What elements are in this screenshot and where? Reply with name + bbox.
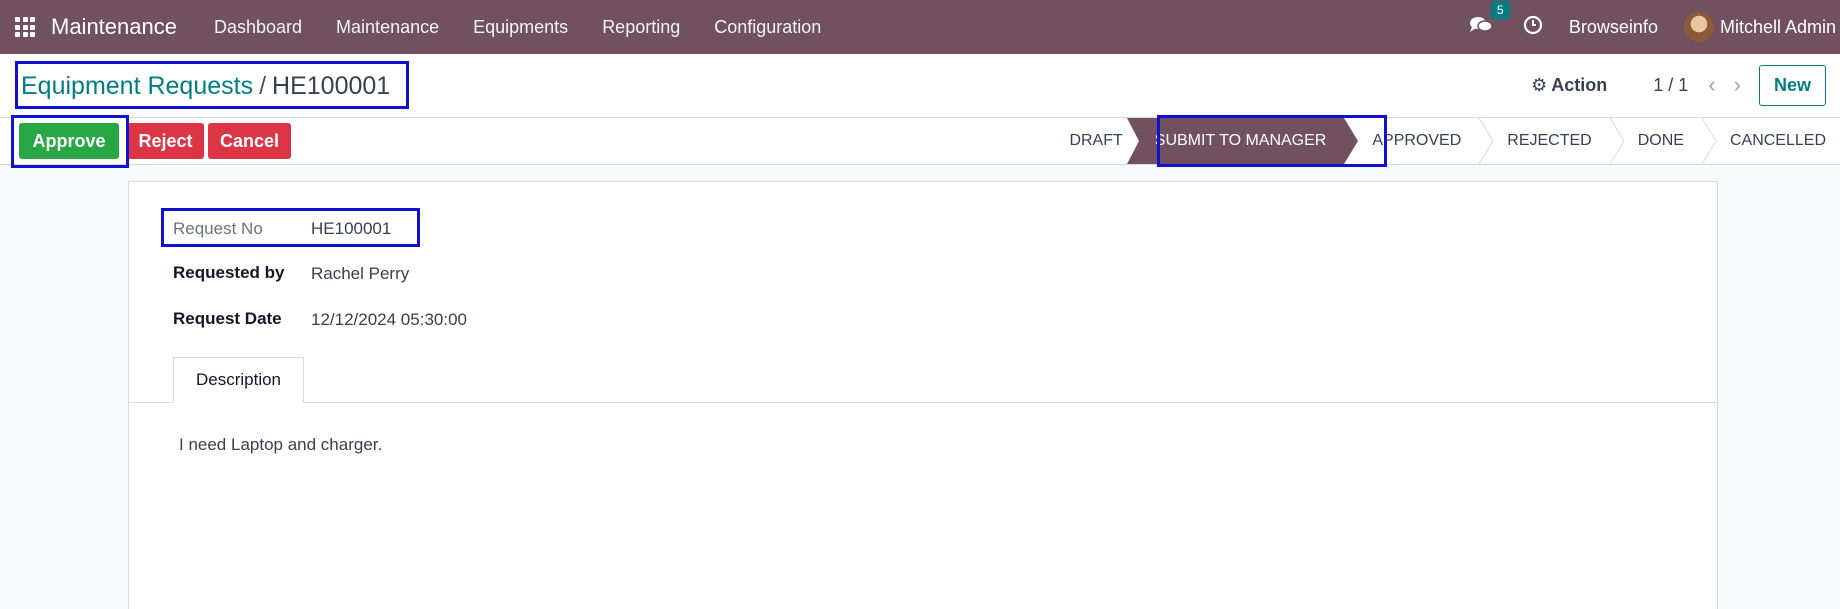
stage-submit-to-manager[interactable]: SUBMIT TO MANAGER — [1140, 118, 1345, 164]
menu-reporting[interactable]: Reporting — [585, 17, 697, 38]
request-no-value: HE100001 — [311, 219, 392, 238]
requested-by-field[interactable]: Rachel Perry — [311, 264, 409, 284]
stage-chevron-2 — [1344, 118, 1359, 164]
app-brand[interactable]: Maintenance — [51, 14, 177, 40]
form-sheet: Request No HE100001 Requested by Rachel … — [128, 181, 1719, 609]
clock-icon — [1523, 15, 1543, 34]
breadcrumb: Equipment Requests / HE100001 — [21, 72, 390, 101]
tab-description[interactable]: Description — [173, 357, 304, 403]
stage-rejected[interactable]: REJECTED — [1493, 118, 1609, 164]
pager-next-icon[interactable]: › — [1734, 72, 1741, 98]
new-button[interactable]: New — [1758, 64, 1826, 106]
stage-chevron-5 — [1701, 118, 1716, 164]
stage-cancelled[interactable]: CANCELLED — [1716, 118, 1840, 164]
breadcrumb-parent-link[interactable]: Equipment Requests — [21, 72, 253, 100]
request-date-label: Request Date — [173, 309, 282, 328]
requested-by-label: Requested by — [173, 263, 285, 282]
description-text[interactable]: I need Laptop and charger. — [179, 435, 382, 455]
stage-done[interactable]: DONE — [1624, 118, 1702, 164]
record-tools: ⚙ Action 1 / 1 ‹ › New — [1531, 64, 1826, 106]
notebook-tabs-line — [129, 402, 1719, 403]
menu-maintenance[interactable]: Maintenance — [319, 17, 456, 38]
menu-dashboard[interactable]: Dashboard — [197, 17, 319, 38]
chat-count-badge: 5 — [1490, 0, 1510, 19]
approve-button[interactable]: Approve — [19, 123, 119, 159]
navbar-right: 5 Browseinfo Mitchell Admin — [1469, 0, 1840, 54]
activity-menu[interactable] — [1523, 15, 1543, 40]
menu-equipments[interactable]: Equipments — [456, 17, 585, 38]
stage-approved[interactable]: APPROVED — [1358, 118, 1479, 164]
status-bar: DRAFT SUBMIT TO MANAGER APPROVED REJECTE… — [1043, 118, 1840, 164]
breadcrumb-current: HE100001 — [272, 72, 391, 100]
request-no-label: Request No — [173, 219, 263, 238]
stage-chevron-4 — [1609, 118, 1624, 164]
user-avatar[interactable] — [1683, 12, 1714, 42]
company-switcher[interactable]: Browseinfo — [1569, 17, 1658, 38]
breadcrumb-separator: / — [259, 72, 267, 100]
request-date-field[interactable]: 12/12/2024 05:30:00 — [311, 310, 467, 330]
menu-configuration[interactable]: Configuration — [697, 17, 838, 38]
stage-chevron-3 — [1479, 118, 1494, 164]
gear-icon: ⚙ — [1531, 74, 1548, 95]
user-menu[interactable]: Mitchell Admin — [1720, 17, 1836, 38]
pager-previous-icon[interactable]: ‹ — [1708, 72, 1715, 98]
pager-value[interactable]: 1 / 1 — [1653, 75, 1688, 96]
messaging-menu[interactable]: 5 — [1469, 0, 1510, 40]
cancel-button[interactable]: Cancel — [208, 123, 291, 159]
apps-grid-icon[interactable] — [15, 17, 35, 37]
action-label: Action — [1551, 74, 1608, 95]
top-navbar: Maintenance Dashboard Maintenance Equipm… — [0, 0, 1840, 54]
reject-button[interactable]: Reject — [127, 123, 204, 159]
chat-icon — [1469, 16, 1493, 32]
control-panel: Equipment Requests / HE100001 ⚙ Action 1 /… — [0, 54, 1840, 165]
action-menu[interactable]: ⚙ Action — [1531, 75, 1607, 96]
stage-draft[interactable]: DRAFT — [1043, 118, 1140, 164]
